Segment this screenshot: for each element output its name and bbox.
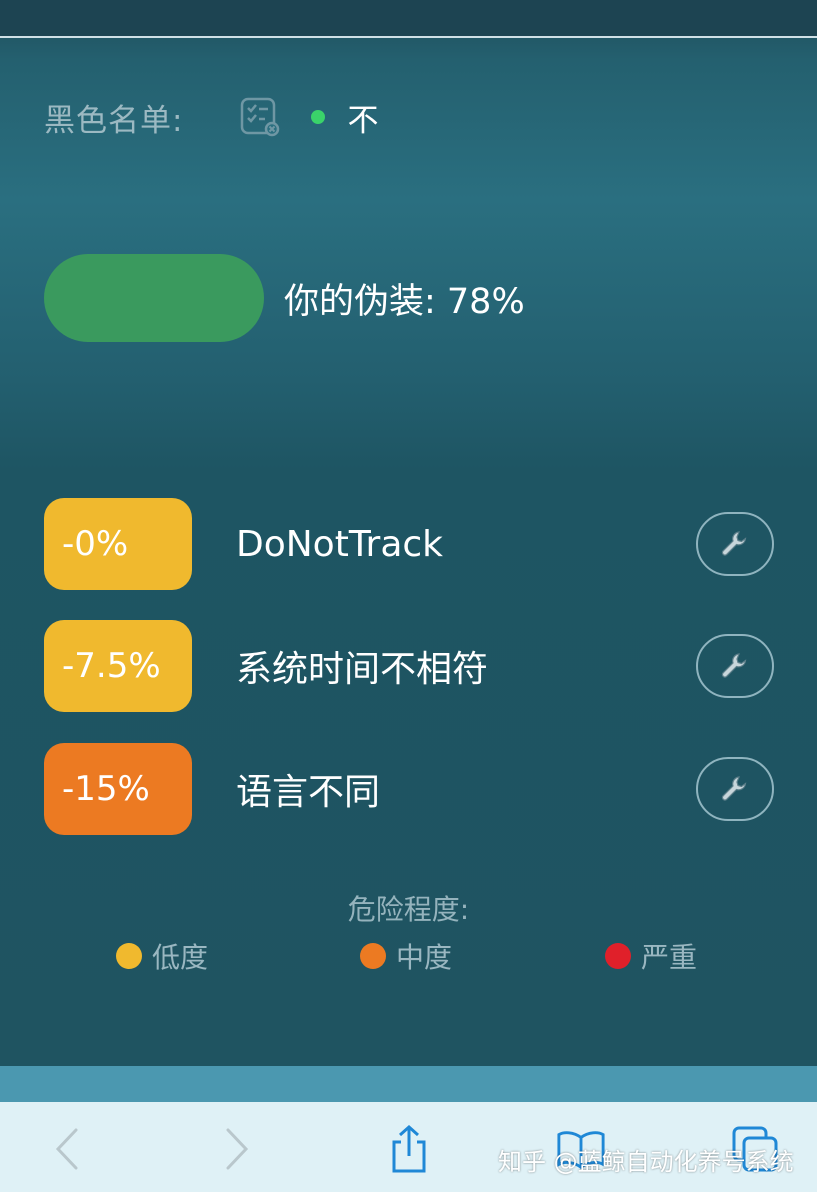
penalty-badge: -15% [44, 743, 192, 835]
issue-row: -7.5% 系统时间不相符 [44, 620, 784, 712]
wrench-icon [721, 776, 747, 801]
fix-button[interactable] [696, 634, 774, 698]
disguise-bar [44, 254, 264, 342]
disguise-score: 你的伪装: 78% [284, 281, 525, 322]
screen: 黑色名单: 不 你的伪装: 78% -0% DoNotTrack -7.5% 系… [0, 0, 817, 1192]
blacklist-status: 不 [347, 102, 379, 139]
legend-item-medium: 中度 [360, 936, 452, 976]
legend-item-severe: 严重 [605, 936, 697, 976]
legend-title: 危险程度: [347, 893, 470, 926]
fix-button[interactable] [696, 757, 774, 821]
penalty-badge: -7.5% [44, 620, 192, 712]
blacklist-row: 黑色名单: 不 [44, 92, 378, 142]
chevron-left-icon [55, 1128, 78, 1170]
list-settings-icon [239, 96, 281, 138]
legend-dot [605, 943, 631, 969]
issue-label: 语言不同 [236, 772, 381, 813]
blacklist-label: 黑色名单: [44, 102, 184, 139]
chevron-right-icon [226, 1128, 249, 1170]
legend-label: 低度 [152, 941, 209, 974]
fix-button[interactable] [696, 512, 774, 576]
issue-label: DoNotTrack [236, 523, 444, 565]
issue-row: -15% 语言不同 [44, 743, 784, 835]
legend-label: 中度 [396, 941, 453, 974]
bottom-band [0, 1066, 817, 1102]
disguise-row: 你的伪装: 78% [44, 254, 525, 342]
watermark: 知乎 @蓝鲸自动化养号系统 [498, 1148, 794, 1176]
share-button[interactable] [384, 1124, 434, 1174]
issue-label: 系统时间不相符 [236, 649, 489, 690]
top-strip [0, 0, 817, 38]
legend-dot [360, 943, 386, 969]
back-button[interactable] [42, 1124, 92, 1174]
wrench-icon [721, 531, 747, 556]
legend-dot [116, 943, 142, 969]
wrench-icon [721, 653, 747, 678]
legend-item-low: 低度 [116, 936, 208, 976]
legend-label: 严重 [641, 941, 698, 974]
share-icon [392, 1124, 426, 1173]
issue-row: -0% DoNotTrack [44, 498, 784, 590]
status-dot [311, 110, 326, 124]
forward-button[interactable] [212, 1124, 262, 1174]
penalty-badge: -0% [44, 498, 192, 590]
